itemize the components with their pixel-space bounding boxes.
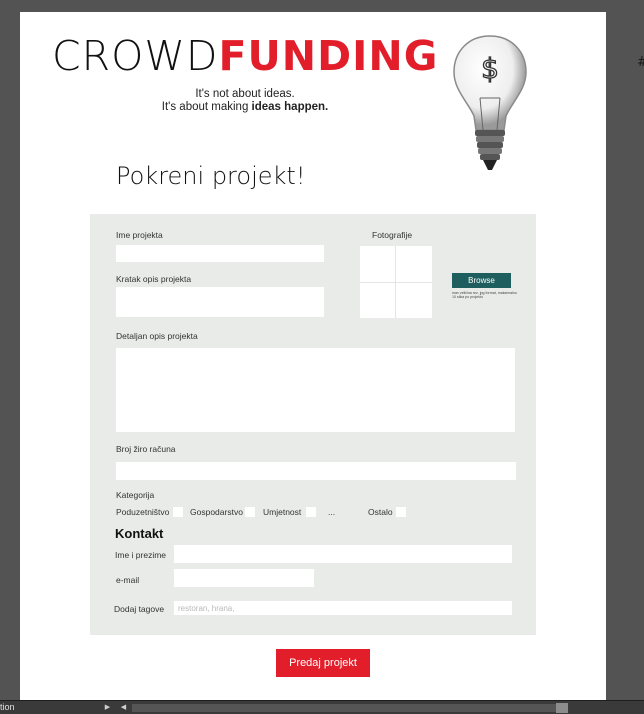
- email-label: e-mail: [116, 575, 140, 585]
- fullname-input[interactable]: [174, 545, 512, 563]
- photos-label: Fotografije: [372, 230, 413, 240]
- side-panel-glyph: #: [637, 55, 644, 70]
- browse-button[interactable]: Browse: [452, 273, 511, 288]
- tagline: It's not about ideas. It's about making …: [100, 88, 390, 114]
- photo-upload-note: max veličina rez. jpg format, maksimalno…: [452, 291, 517, 299]
- logo: CROWDFUNDING: [52, 36, 438, 77]
- category-option-label: Umjetnost: [263, 507, 302, 517]
- category-option-label: Poduzetništvo: [116, 507, 170, 517]
- submit-project-button[interactable]: Predaj projekt: [276, 649, 370, 677]
- tagline-line2-prefix: It's about making: [161, 101, 252, 113]
- short-desc-input[interactable]: [116, 287, 324, 317]
- fullname-label: Ime i prezime: [115, 550, 167, 560]
- photo-grid-divider: [360, 282, 432, 283]
- account-number-input[interactable]: [116, 462, 516, 480]
- detail-desc-textarea[interactable]: [116, 348, 515, 432]
- category-ellipsis: ...: [328, 507, 336, 517]
- category-checkbox-gospodarstvo[interactable]: [245, 507, 255, 517]
- horizontal-scrollbar[interactable]: [132, 704, 568, 712]
- category-checkbox-poduzetnistvo[interactable]: [173, 507, 183, 517]
- lightbulb-icon: $: [453, 35, 527, 170]
- tags-label: Dodaj tagove: [114, 604, 165, 614]
- account-number-label: Broj žiro računa: [116, 444, 176, 454]
- scroll-left-icon[interactable]: ◀: [119, 703, 128, 712]
- tagline-line2: It's about making ideas happen.: [100, 101, 390, 114]
- photo-upload-area[interactable]: [360, 246, 432, 318]
- category-option-label: Gospodarstvo: [190, 507, 243, 517]
- project-name-input[interactable]: [116, 245, 324, 262]
- email-input[interactable]: [174, 569, 314, 587]
- detail-desc-label: Detaljan opis projekta: [116, 331, 198, 341]
- category-checkbox-ostalo[interactable]: [396, 507, 406, 517]
- status-text: tion: [0, 702, 15, 712]
- logo-crowd: CROWD: [52, 32, 219, 80]
- page-title: Pokreni projekt!: [116, 162, 306, 190]
- tagline-line2-bold: ideas happen.: [251, 101, 329, 113]
- canvas-workspace: # CROWDFUNDING It's not about ideas. It'…: [0, 0, 644, 700]
- short-desc-label: Kratak opis projekta: [116, 274, 192, 284]
- project-name-label: Ime projekta: [116, 230, 163, 240]
- category-checkbox-umjetnost[interactable]: [306, 507, 316, 517]
- logo-funding: FUNDING: [218, 32, 439, 80]
- tags-input[interactable]: [174, 601, 512, 615]
- tagline-line1: It's not about ideas.: [195, 88, 295, 100]
- category-label: Kategorija: [116, 490, 155, 500]
- bulb-symbol: $: [481, 52, 499, 85]
- scrollbar-thumb[interactable]: [556, 703, 568, 713]
- status-bar: tion ▶ ◀: [0, 700, 644, 714]
- contact-heading: Kontakt: [115, 526, 164, 541]
- play-arrow-icon[interactable]: ▶: [103, 703, 112, 712]
- category-option-label: Ostalo: [368, 507, 393, 517]
